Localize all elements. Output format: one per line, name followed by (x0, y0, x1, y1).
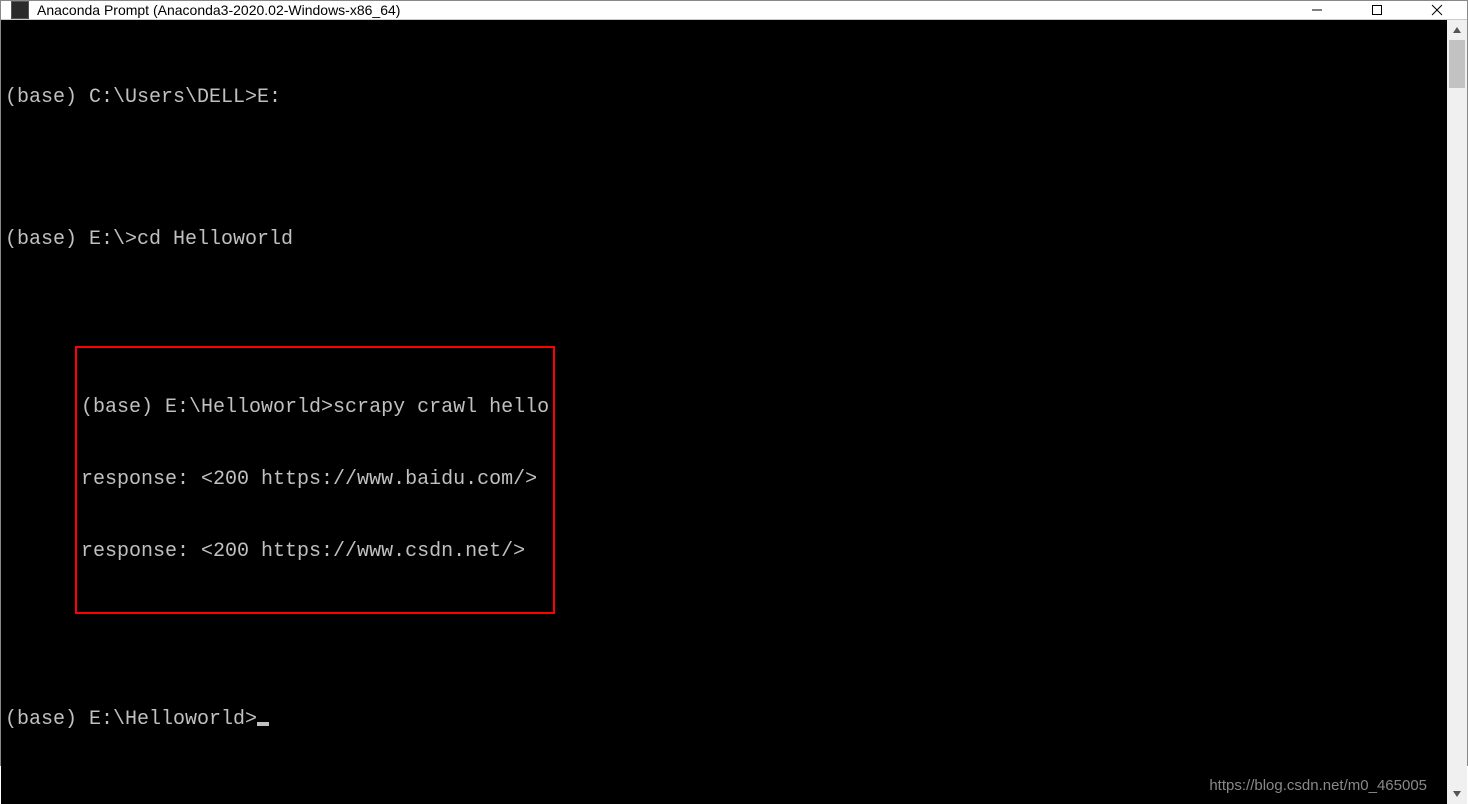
chevron-up-icon (1452, 25, 1462, 35)
watermark-text: https://blog.csdn.net/m0_465005 (1209, 774, 1427, 798)
anaconda-prompt-window: Anaconda Prompt (Anaconda3-2020.02-Windo… (0, 0, 1468, 766)
cursor (257, 722, 269, 726)
scroll-up-button[interactable] (1447, 20, 1467, 40)
highlighted-output: (base) E:\Helloworld>scrapy crawl hello … (75, 346, 555, 614)
blank-line (1, 300, 1447, 322)
blank-line (1, 158, 1447, 180)
terminal-icon (11, 1, 29, 19)
terminal-line: response: <200 https://www.csdn.net/> (81, 540, 549, 564)
chevron-down-icon (1452, 789, 1462, 799)
vertical-scrollbar[interactable] (1447, 20, 1467, 804)
terminal-content[interactable]: (base) C:\Users\DELL>E: (base) E:\>cd He… (1, 20, 1447, 804)
window-title: Anaconda Prompt (Anaconda3-2020.02-Windo… (37, 2, 400, 18)
terminal-line: (base) E:\Helloworld>scrapy crawl hello (81, 396, 549, 420)
close-icon (1431, 4, 1443, 16)
prompt-line: (base) E:\Helloworld> (1, 708, 1447, 732)
titlebar[interactable]: Anaconda Prompt (Anaconda3-2020.02-Windo… (1, 1, 1467, 20)
scroll-down-button[interactable] (1447, 784, 1467, 804)
prompt-text: (base) E:\Helloworld> (5, 708, 257, 731)
window-controls (1287, 1, 1467, 19)
scroll-thumb[interactable] (1449, 40, 1465, 88)
terminal-area: (base) C:\Users\DELL>E: (base) E:\>cd He… (1, 20, 1467, 804)
minimize-icon (1311, 4, 1323, 16)
maximize-icon (1371, 4, 1383, 16)
terminal-line: (base) E:\>cd Helloworld (1, 228, 1447, 252)
maximize-button[interactable] (1347, 1, 1407, 19)
blank-line (1, 638, 1447, 660)
minimize-button[interactable] (1287, 1, 1347, 19)
close-button[interactable] (1407, 1, 1467, 19)
titlebar-left: Anaconda Prompt (Anaconda3-2020.02-Windo… (1, 1, 1287, 19)
terminal-line: (base) C:\Users\DELL>E: (1, 86, 1447, 110)
terminal-line: response: <200 https://www.baidu.com/> (81, 468, 549, 492)
scroll-track[interactable] (1447, 40, 1467, 784)
